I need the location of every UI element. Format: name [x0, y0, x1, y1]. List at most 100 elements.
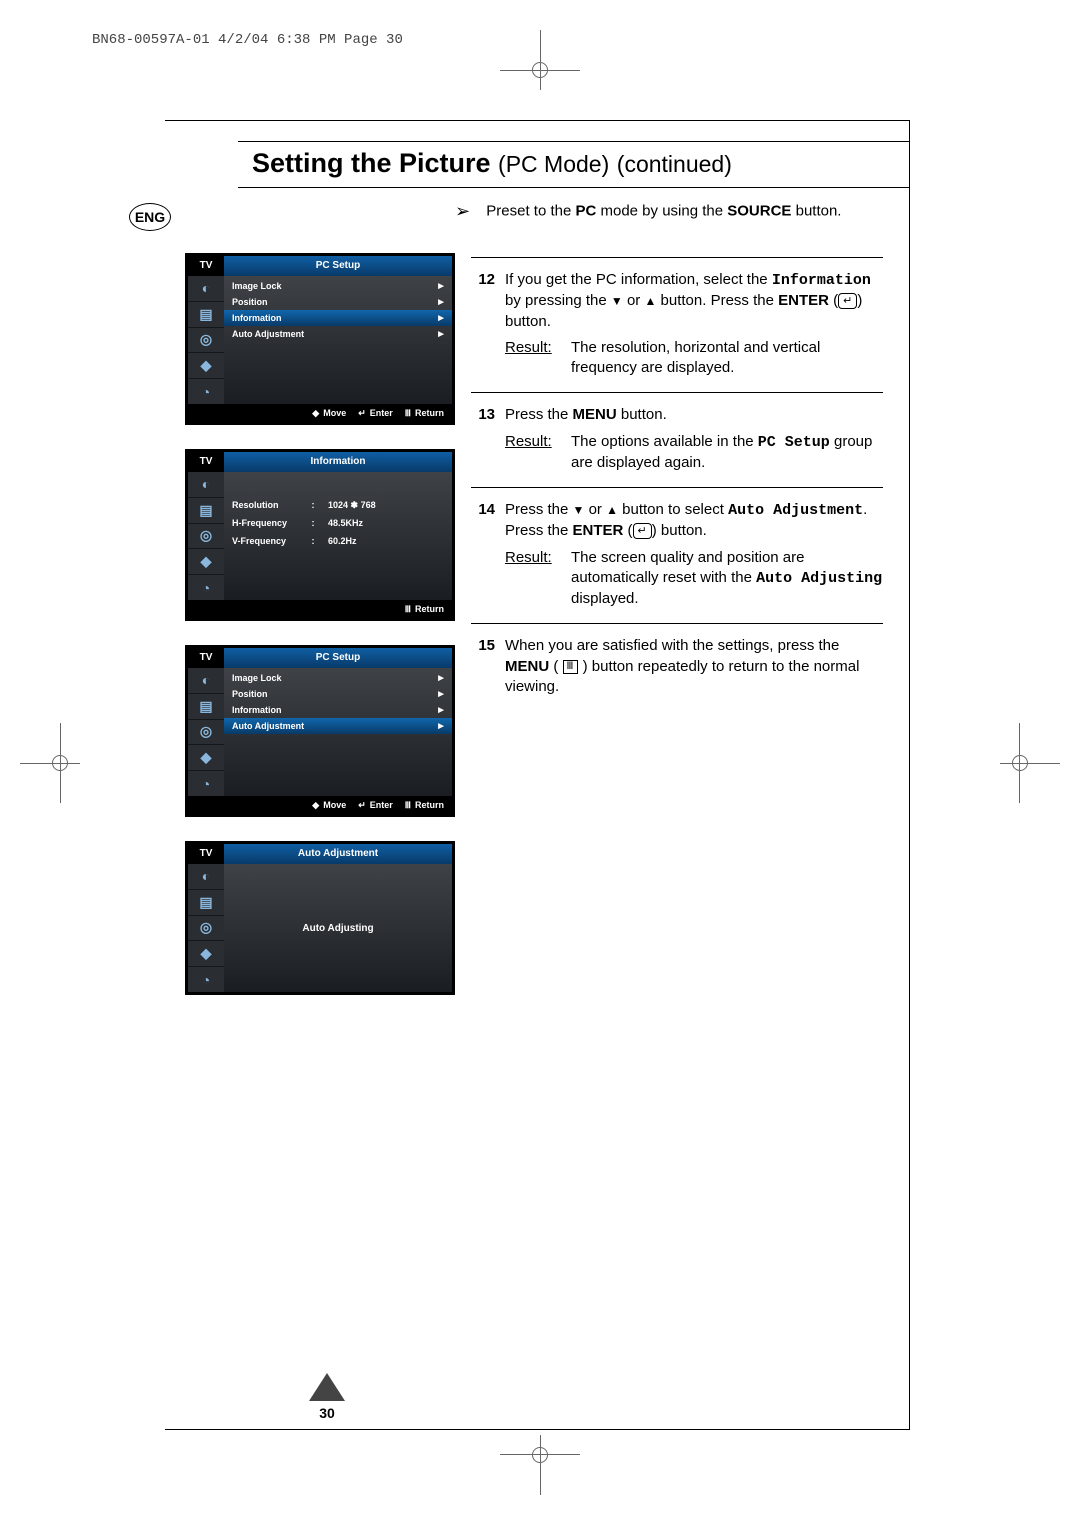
title-continued: (continued)	[617, 151, 732, 177]
preset-instruction: ➢ Preset to the PC mode by using the SOU…	[455, 201, 889, 222]
osd-icon: ◔	[188, 967, 224, 992]
osd-icon: ◎	[188, 916, 224, 942]
osd-icon: ▤	[188, 302, 224, 328]
updown-icon: ◆	[312, 800, 319, 811]
osd-row-selected: Auto Adjustment►	[224, 718, 452, 734]
osd-icon: ◔	[188, 771, 224, 796]
osd-row: Auto Adjustment►	[232, 326, 446, 342]
osd-icon: ◐	[188, 668, 224, 694]
result-label: Result:	[505, 338, 571, 379]
osd-icon: ◐	[188, 472, 224, 498]
up-triangle-icon	[644, 292, 656, 309]
return-icon: Ⅲ	[405, 408, 411, 419]
step-13: 13 Press the MENU button. Result: The op…	[471, 403, 883, 477]
enter-icon: ↵	[358, 800, 366, 811]
up-triangle-icon	[606, 501, 618, 518]
step-12: 12 If you get the PC information, select…	[471, 268, 883, 382]
osd-sidebar: ◐ ▤ ◎ ◆ ◔	[188, 668, 224, 796]
chevron-right-icon: ►	[436, 689, 446, 700]
down-triangle-icon	[611, 292, 623, 309]
osd-icon: ◆	[188, 745, 224, 771]
steps-column: 12 If you get the PC information, select…	[471, 247, 883, 701]
osd-sidebar: ◐ ▤ ◎ ◆ ◔	[188, 472, 224, 600]
chevron-right-icon: ►	[436, 281, 446, 292]
osd-tab-tv: TV	[188, 452, 224, 472]
osd-icon: ▤	[188, 890, 224, 916]
result-text: The options available in the PC Setup gr…	[571, 432, 883, 474]
osd-column: TV PC Setup ◐ ▤ ◎ ◆ ◔ Image Lock► Positi…	[185, 253, 455, 1019]
osd-icon: ◎	[188, 720, 224, 746]
osd-pc-setup-auto-selected: TV PC Setup ◐ ▤ ◎ ◆ ◔ Image Lock► Positi…	[185, 645, 455, 817]
result-text: The screen quality and position are auto…	[571, 548, 883, 610]
osd-icon: ◎	[188, 328, 224, 354]
osd-icon: ◎	[188, 524, 224, 550]
info-row: Resolution:1024 ✽ 768	[232, 496, 446, 514]
chevron-right-icon: ►	[436, 673, 446, 684]
chevron-right-icon: ►	[436, 329, 446, 340]
osd-icon: ◐	[188, 276, 224, 302]
osd-title: PC Setup	[224, 648, 452, 668]
osd-tab-tv: TV	[188, 256, 224, 276]
chevron-right-icon: ►	[436, 297, 446, 308]
up-arrow-icon	[309, 1373, 345, 1401]
crop-mark-top	[500, 30, 580, 110]
result-label: Result:	[505, 548, 571, 610]
result-text: The resolution, horizontal and vertical …	[571, 338, 883, 379]
osd-row: Position►	[232, 294, 446, 310]
chevron-right-icon: ►	[436, 705, 446, 716]
osd-footer: ◆Move ↵Enter ⅢReturn	[188, 796, 452, 814]
osd-row: Information►	[232, 702, 446, 718]
osd-icon: ◆	[188, 549, 224, 575]
enter-icon: ↵	[358, 408, 366, 419]
result-label: Result:	[505, 432, 571, 474]
title-bold: Setting the Picture	[252, 148, 491, 178]
step-number: 15	[471, 636, 505, 697]
page-title: Setting the Picture (PC Mode) (continued…	[238, 141, 909, 188]
down-triangle-icon	[573, 501, 585, 518]
osd-row-selected: Information►	[224, 310, 452, 326]
osd-icon: ◐	[188, 864, 224, 890]
osd-sidebar: ◐ ▤ ◎ ◆ ◔	[188, 864, 224, 992]
step-14: 14 Press the or button to select Auto Ad…	[471, 498, 883, 613]
updown-icon: ◆	[312, 408, 319, 419]
osd-information: TV Information ◐ ▤ ◎ ◆ ◔ Resolution:1024…	[185, 449, 455, 621]
osd-footer: ◆Move ↵Enter ⅢReturn	[188, 404, 452, 422]
page-number: 30	[309, 1405, 345, 1421]
info-row: V-Frequency:60.2Hz	[232, 532, 446, 550]
osd-icon: ▤	[188, 498, 224, 524]
osd-pc-setup-info-selected: TV PC Setup ◐ ▤ ◎ ◆ ◔ Image Lock► Positi…	[185, 253, 455, 425]
osd-icon: ◔	[188, 379, 224, 404]
enter-button-icon: ↵	[633, 523, 652, 539]
osd-title: PC Setup	[224, 256, 452, 276]
page-number-marker: 30	[309, 1373, 345, 1419]
osd-title: Information	[224, 452, 452, 472]
osd-icon: ▤	[188, 694, 224, 720]
osd-title: Auto Adjustment	[224, 844, 452, 864]
osd-tab-tv: TV	[188, 648, 224, 668]
preset-arrow-icon: ➢	[455, 201, 470, 222]
enter-button-icon: ↵	[838, 293, 857, 309]
crop-mark-left	[20, 723, 100, 803]
osd-row: Image Lock►	[232, 670, 446, 686]
osd-row: Position►	[232, 686, 446, 702]
osd-icon: ◔	[188, 575, 224, 600]
osd-sidebar: ◐ ▤ ◎ ◆ ◔	[188, 276, 224, 404]
return-icon: Ⅲ	[405, 800, 411, 811]
osd-icon: ◆	[188, 941, 224, 967]
osd-tab-tv: TV	[188, 844, 224, 864]
osd-footer: ⅢReturn	[188, 600, 452, 618]
crop-mark-right	[980, 723, 1060, 803]
osd-auto-adjustment: TV Auto Adjustment ◐ ▤ ◎ ◆ ◔ Auto Adjust…	[185, 841, 455, 995]
chevron-right-icon: ►	[436, 313, 446, 324]
osd-row: Image Lock►	[232, 278, 446, 294]
chevron-right-icon: ►	[436, 721, 446, 732]
return-icon: Ⅲ	[405, 604, 411, 615]
page-frame: Setting the Picture (PC Mode) (continued…	[165, 120, 910, 1430]
step-15: 15 When you are satisfied with the setti…	[471, 634, 883, 701]
step-number: 12	[471, 270, 505, 378]
info-row: H-Frequency:48.5KHz	[232, 514, 446, 532]
print-header: BN68-00597A-01 4/2/04 6:38 PM Page 30	[92, 32, 403, 48]
menu-button-icon: Ⅲ	[563, 660, 579, 674]
auto-adjusting-label: Auto Adjusting	[224, 864, 452, 992]
osd-icon: ◆	[188, 353, 224, 379]
